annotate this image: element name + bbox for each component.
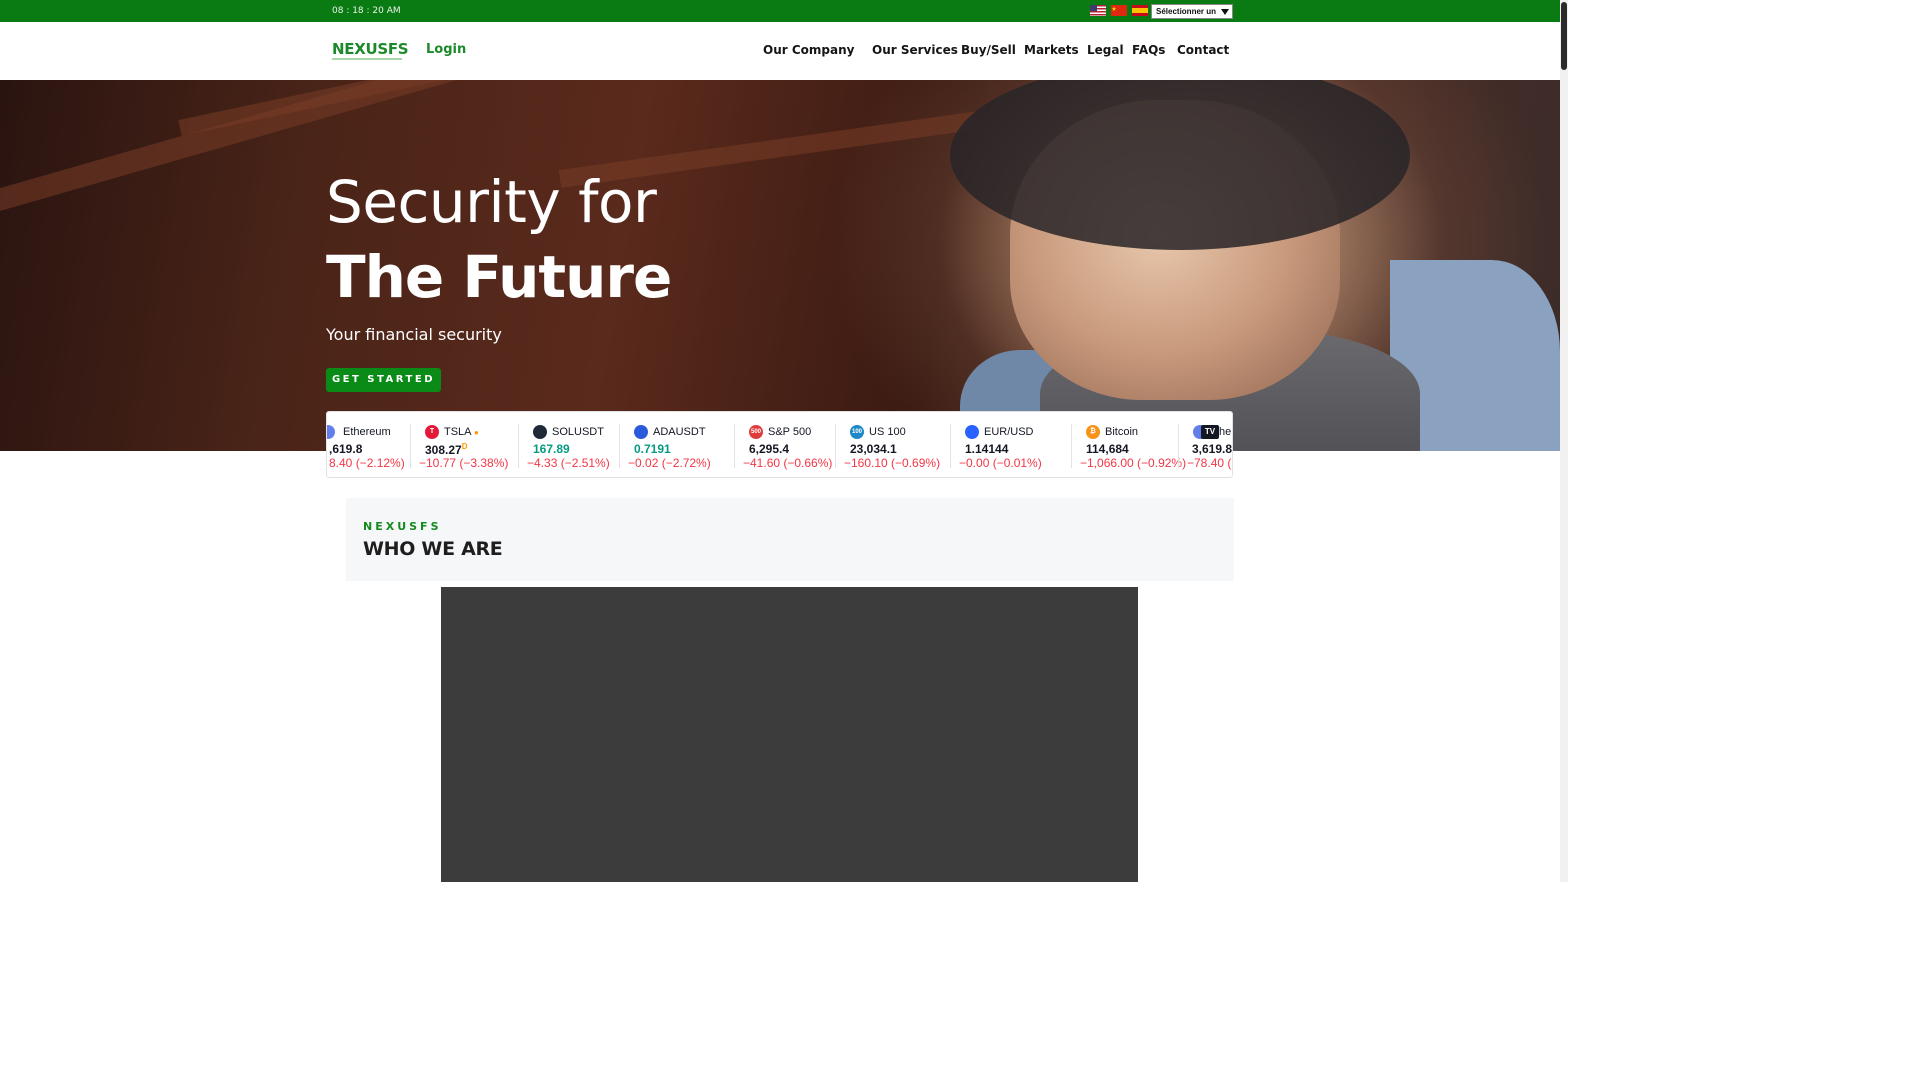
ticker-name: Bitcoin (1105, 426, 1139, 438)
page-scrollbar[interactable] (1560, 0, 1568, 882)
ticker-item[interactable]: Ethereum ,619.8 8.40 (−2.12%) (327, 412, 411, 477)
ticker-name: ADAUSDT (653, 426, 706, 438)
language-select-label: Sélectionner un (1156, 7, 1217, 16)
ticker-change: −0.00 (−0.01%) (959, 456, 1042, 470)
ticker-price: 0.7191 (634, 442, 671, 456)
site-logo[interactable]: NEXUSFS (332, 40, 409, 58)
ticker-name: he (1219, 426, 1232, 438)
who-we-are-section: NEXUSFS WHO WE ARE (346, 498, 1234, 581)
ticker-item[interactable]: EUR/USD 1.14144 −0.00 (−0.01%) (951, 412, 1072, 477)
clock: 08 : 18 : 20 AM (332, 6, 401, 16)
scrollbar-thumb[interactable] (1561, 2, 1567, 70)
video-player[interactable] (441, 587, 1138, 882)
ticker-change: −10.77 (−3.38%) (419, 456, 509, 470)
nav-legal[interactable]: Legal (1087, 43, 1124, 57)
ticker-item[interactable]: 100 US 100 23,034.1 −160.10 (−0.69%) (836, 412, 951, 477)
nav-our-services[interactable]: Our Services (872, 43, 958, 57)
tesla-icon: T (425, 425, 439, 439)
nav-buy-sell[interactable]: Buy/Sell (961, 43, 1016, 57)
language-select[interactable]: Sélectionner un (1151, 4, 1233, 19)
ticker-item[interactable]: ADAUSDT 0.7191 −0.02 (−2.72%) (620, 412, 735, 477)
caret-down-icon (1221, 9, 1229, 15)
ticker-item[interactable]: 500 S&P 500 6,295.4 −41.60 (−0.66%) (735, 412, 836, 477)
ticker-name: EUR/USD (984, 426, 1034, 438)
hero-title-line1: Security for (326, 168, 657, 236)
nav-faqs[interactable]: FAQs (1132, 43, 1165, 57)
ticker-name: S&P 500 (768, 426, 812, 438)
ticker-item[interactable]: he TV 3,619.8 −78.40 ( (1179, 412, 1233, 477)
ticker-price: 6,295.4 (749, 442, 790, 456)
ticker-change: −0.02 (−2.72%) (628, 456, 711, 470)
spain-flag-icon[interactable] (1132, 5, 1148, 16)
ticker-change: −160.10 (−0.69%) (844, 456, 941, 470)
main-navbar: NEXUSFS Login Our Company Our Services B… (0, 22, 1560, 80)
china-flag-icon[interactable] (1111, 5, 1127, 16)
market-status-dot: ● (473, 428, 479, 437)
ticker-price: 1.14144 (965, 442, 1009, 456)
bitcoin-icon: ₿ (1086, 425, 1100, 439)
ticker-price: 308.27D (425, 442, 468, 457)
ticker-change: −1,066.00 (−0.92%) (1080, 456, 1187, 470)
ticker-change: 8.40 (−2.12%) (329, 456, 405, 470)
cardano-icon (634, 425, 648, 439)
logo-underline (332, 58, 402, 60)
us-flag-icon[interactable] (1090, 5, 1106, 16)
solana-icon (533, 425, 547, 439)
hero-section: Security for The Future Your financial s… (0, 80, 1560, 451)
section-title: WHO WE ARE (363, 538, 503, 560)
ticker-price: 114,684 (1086, 442, 1129, 456)
us100-icon: 100 (850, 425, 864, 439)
nav-markets[interactable]: Markets (1024, 43, 1079, 57)
ticker-name: US 100 (869, 426, 906, 438)
ticker-name: TSLA ● (444, 426, 479, 438)
login-link[interactable]: Login (426, 42, 466, 57)
tradingview-icon[interactable]: TV (1201, 425, 1219, 439)
ticker-price: 3,619.8 (1192, 442, 1233, 456)
eurusd-icon (965, 425, 979, 439)
ticker-change: −78.40 ( (1187, 456, 1232, 470)
market-ticker[interactable]: Ethereum ,619.8 8.40 (−2.12%) T TSLA ● 3… (326, 411, 1233, 478)
ticker-item[interactable]: T TSLA ● 308.27D −10.77 (−3.38%) (411, 412, 519, 477)
hero-subtitle: Your financial security (326, 325, 502, 344)
ticker-price: ,619.8 (329, 442, 363, 456)
ethereum-icon (327, 425, 335, 439)
language-flags (1090, 5, 1148, 16)
sp500-icon: 500 (749, 425, 763, 439)
hero-title-line2: The Future (326, 243, 672, 311)
delayed-badge: D (461, 442, 468, 451)
top-bar: 08 : 18 : 20 AM Sélectionner un (0, 0, 1560, 22)
ticker-change: −41.60 (−0.66%) (743, 456, 833, 470)
ticker-price: 167.89 (533, 442, 570, 456)
section-kicker: NEXUSFS (363, 520, 442, 533)
ticker-price: 23,034.1 (850, 442, 897, 456)
nav-contact[interactable]: Contact (1177, 43, 1229, 57)
ticker-item[interactable]: ₿ Bitcoin 114,684 −1,066.00 (−0.92%) (1072, 412, 1186, 477)
get-started-button[interactable]: GET STARTED (326, 368, 441, 392)
ticker-name: Ethereum (343, 426, 391, 438)
ticker-change: −4.33 (−2.51%) (527, 456, 610, 470)
nav-our-company[interactable]: Our Company (763, 43, 854, 57)
ticker-name: SOLUSDT (552, 426, 604, 438)
ticker-item[interactable]: SOLUSDT 167.89 −4.33 (−2.51%) (519, 412, 620, 477)
